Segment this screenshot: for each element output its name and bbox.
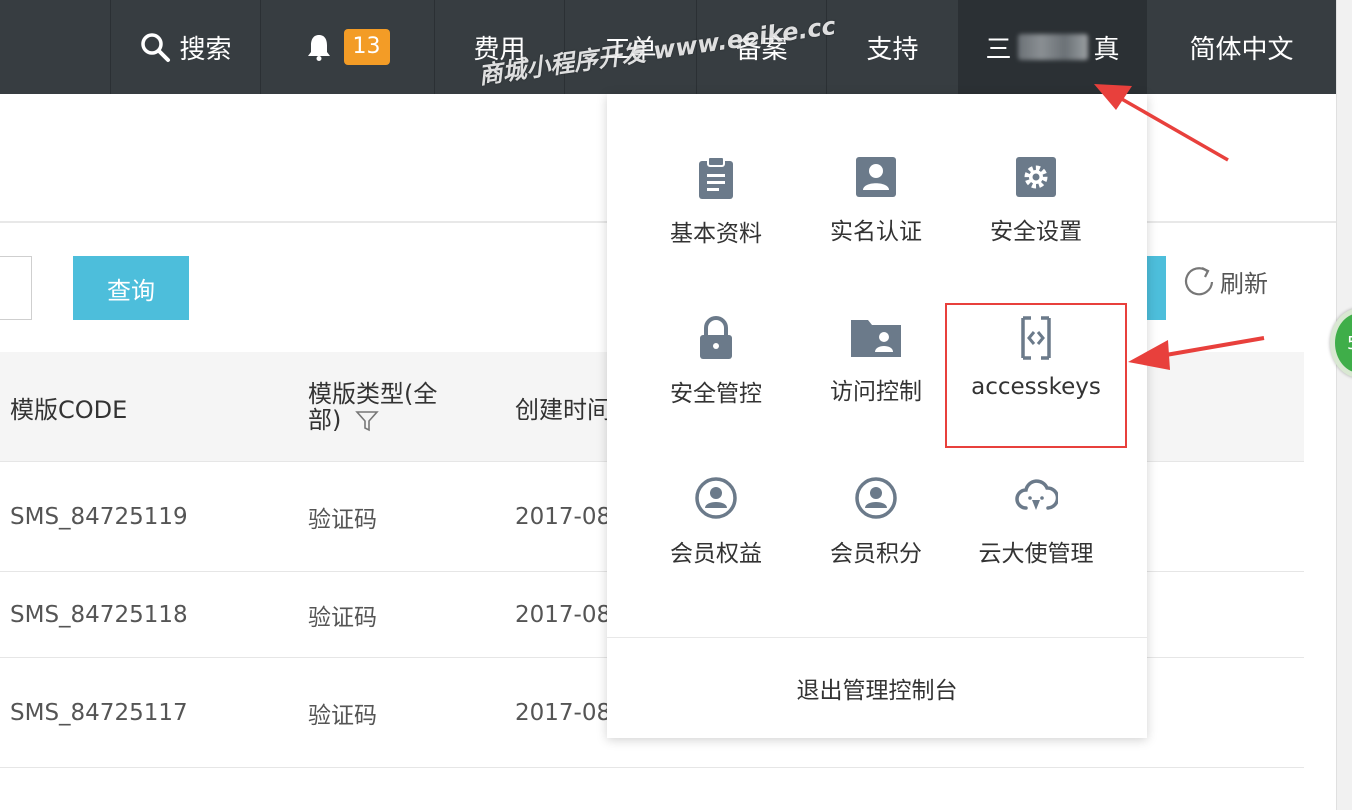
cell-code: SMS_84725118 xyxy=(10,601,188,628)
column-header-created: 创建时间 xyxy=(515,395,611,424)
search-icon xyxy=(139,31,171,63)
search-filter-input[interactable] xyxy=(0,256,32,320)
cell-created: 2017-08 xyxy=(515,503,612,530)
action-button-partial[interactable] xyxy=(1146,256,1166,320)
top-search-button[interactable]: 搜索 xyxy=(110,0,260,94)
member-circle-icon xyxy=(694,476,738,520)
menu-item-label: 基本资料 xyxy=(670,221,762,247)
refresh-label: 刷新 xyxy=(1220,270,1268,298)
menu-item-member-benefits[interactable]: 会员权益 xyxy=(636,414,796,567)
code-brackets-icon xyxy=(1019,316,1053,360)
page-scrollbar[interactable] xyxy=(1336,0,1352,810)
menu-item-label: 访问控制 xyxy=(830,379,922,405)
filter-icon[interactable] xyxy=(355,409,379,433)
menu-item-real-name-auth[interactable]: 实名认证 xyxy=(796,94,956,245)
user-account-menu-button[interactable]: 三 真 xyxy=(958,0,1146,94)
logout-button[interactable]: 退出管理控制台 xyxy=(607,638,1147,738)
menu-item-label: 安全设置 xyxy=(990,219,1082,245)
nav-support[interactable]: 支持 xyxy=(826,0,958,94)
menu-item-security-control[interactable]: 安全管控 xyxy=(636,254,796,407)
lock-icon xyxy=(698,316,734,360)
menu-item-cloud-ambassador[interactable]: 云大使管理 xyxy=(956,414,1116,567)
notification-count-badge: 13 xyxy=(343,29,390,65)
user-card-icon xyxy=(855,156,897,198)
menu-item-label: 安全管控 xyxy=(670,381,762,407)
cell-type: 验证码 xyxy=(308,702,377,729)
menu-item-security-settings[interactable]: 安全设置 xyxy=(956,94,1116,245)
user-folder-icon xyxy=(850,316,902,358)
cell-code: SMS_84725117 xyxy=(10,699,188,726)
nav-fee[interactable]: 费用 xyxy=(434,0,564,94)
refresh-button[interactable]: 刷新 xyxy=(1182,264,1268,299)
menu-item-member-points[interactable]: 会员积分 xyxy=(796,414,956,567)
user-name-redacted xyxy=(1017,34,1088,60)
gear-icon xyxy=(1015,156,1057,198)
cell-type: 验证码 xyxy=(308,604,377,631)
menu-item-label: 云大使管理 xyxy=(978,541,1094,567)
member-points-icon xyxy=(854,476,898,520)
menu-item-basic-info[interactable]: 基本资料 xyxy=(636,94,796,247)
column-header-type-label: 模版类型(全部) xyxy=(308,380,438,434)
query-button[interactable]: 查询 xyxy=(73,256,189,320)
cell-created: 2017-08 xyxy=(515,699,612,726)
cell-created: 2017-08 xyxy=(515,601,612,628)
menu-item-access-control[interactable]: 访问控制 xyxy=(796,254,956,405)
column-header-type[interactable]: 模版类型(全部) xyxy=(308,352,458,462)
menu-item-label: 会员权益 xyxy=(670,541,762,567)
user-name-end: 真 xyxy=(1093,34,1120,65)
nav-ticket[interactable]: 工单 xyxy=(564,0,696,94)
bell-icon xyxy=(306,33,332,61)
column-header-code: 模版CODE xyxy=(10,395,128,424)
floating-widget-button[interactable]: 5 xyxy=(1330,308,1352,378)
top-navigation-bar: 搜索 13 费用 工单 备案 支持 三 真 简体中文 xyxy=(0,0,1336,94)
menu-item-accesskeys[interactable]: accesskeys xyxy=(956,254,1116,400)
refresh-icon xyxy=(1182,265,1216,299)
account-dropdown-menu: 基本资料 实名认证 安全设置 安全管控 访问控制 accesskeys 会员权益… xyxy=(607,94,1147,738)
floating-widget-label: 5 xyxy=(1347,333,1352,354)
menu-item-label: 实名认证 xyxy=(830,219,922,245)
menu-item-label: 会员积分 xyxy=(830,541,922,567)
user-name-start: 三 xyxy=(985,34,1012,65)
clipboard-icon xyxy=(696,156,736,200)
language-selector[interactable]: 简体中文 xyxy=(1146,0,1336,94)
notifications-button[interactable]: 13 xyxy=(260,0,434,94)
menu-item-label: accesskeys xyxy=(971,374,1101,400)
cloud-ambassador-icon xyxy=(1014,476,1058,520)
nav-record[interactable]: 备案 xyxy=(696,0,826,94)
top-bar-spacer xyxy=(0,0,110,94)
cell-code: SMS_84725119 xyxy=(10,503,188,530)
search-label: 搜索 xyxy=(179,34,232,65)
cell-type: 验证码 xyxy=(308,506,377,533)
